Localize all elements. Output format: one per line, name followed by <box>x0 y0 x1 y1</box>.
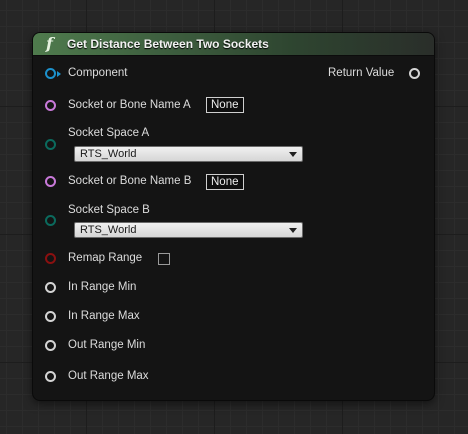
socket-space-a-value: RTS_World <box>80 148 137 160</box>
remap-range-label: Remap Range <box>68 252 143 264</box>
socket-name-a-input[interactable]: None <box>206 97 244 113</box>
out-range-min-pin[interactable] <box>45 340 56 351</box>
function-icon: f <box>46 34 53 53</box>
in-range-max-pin[interactable] <box>45 311 56 322</box>
in-range-min-label: In Range Min <box>68 281 137 293</box>
component-pin[interactable] <box>45 68 56 79</box>
socket-space-a-pin[interactable] <box>45 139 56 150</box>
chevron-down-icon <box>289 152 297 157</box>
socket-name-a-label: Socket or Bone Name A <box>68 99 191 111</box>
node-header[interactable]: f Get Distance Between Two Sockets <box>33 33 434 56</box>
node-title: Get Distance Between Two Sockets <box>67 37 269 51</box>
out-range-min-label: Out Range Min <box>68 339 146 351</box>
in-range-max-label: In Range Max <box>68 310 140 322</box>
remap-range-checkbox[interactable] <box>158 253 170 265</box>
socket-space-b-value: RTS_World <box>80 224 137 236</box>
socket-space-b-dropdown[interactable]: RTS_World <box>74 222 303 238</box>
out-range-max-pin[interactable] <box>45 371 56 382</box>
return-value-pin[interactable] <box>409 68 420 79</box>
socket-space-b-pin[interactable] <box>45 215 56 226</box>
socket-name-b-label: Socket or Bone Name B <box>68 175 192 187</box>
chevron-down-icon <box>289 228 297 233</box>
socket-name-a-pin[interactable] <box>45 100 56 111</box>
out-range-max-label: Out Range Max <box>68 370 149 382</box>
socket-space-b-label: Socket Space B <box>68 204 150 216</box>
component-label: Component <box>68 67 128 79</box>
pin-arrow-icon <box>57 71 61 77</box>
socket-name-b-input[interactable]: None <box>206 174 244 190</box>
remap-range-pin[interactable] <box>45 253 56 264</box>
socket-name-b-pin[interactable] <box>45 176 56 187</box>
socket-space-a-dropdown[interactable]: RTS_World <box>74 146 303 162</box>
return-value-label: Return Value <box>328 67 395 79</box>
in-range-min-pin[interactable] <box>45 282 56 293</box>
socket-space-a-label: Socket Space A <box>68 127 150 139</box>
blueprint-node[interactable]: f Get Distance Between Two Sockets Compo… <box>33 33 434 400</box>
